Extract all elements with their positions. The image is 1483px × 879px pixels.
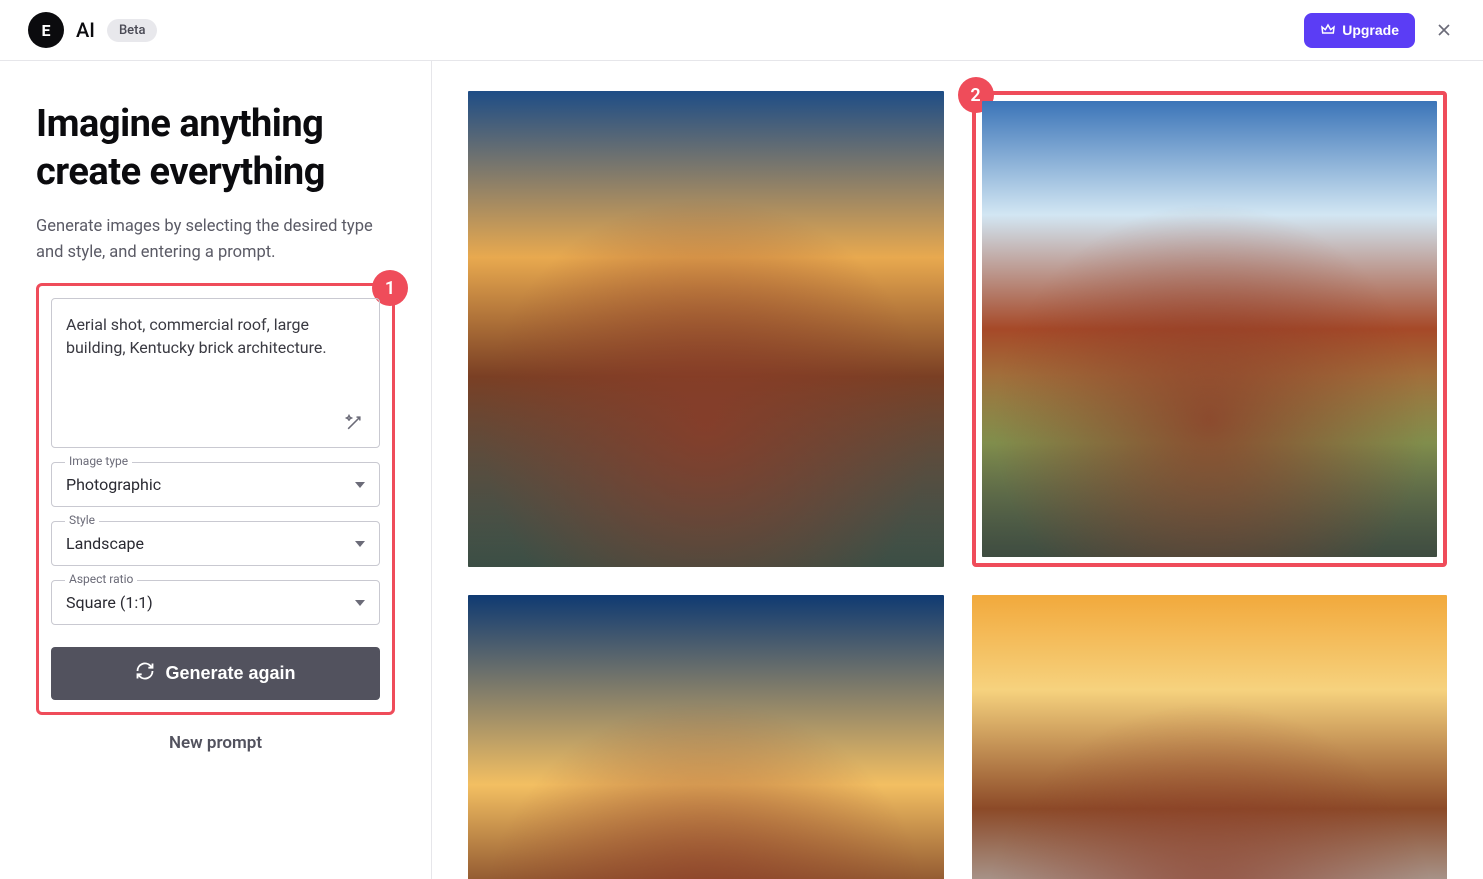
generated-image [468,595,944,879]
image-type-select[interactable]: Photographic [51,462,380,507]
main-area: Imagine anything create everything Gener… [0,61,1483,879]
generated-image [982,101,1438,557]
wand-icon [344,413,364,436]
results-gallery: 2 [432,61,1483,879]
generated-image [972,595,1448,879]
result-item-1[interactable] [468,91,944,567]
result-item-4[interactable] [972,595,1448,879]
style-label: Style [65,513,99,527]
image-type-label: Image type [65,454,132,468]
prompt-form-annotated: 1 Image type Photographic Style [36,283,395,715]
beta-badge: Beta [107,19,158,42]
results-grid: 2 [468,91,1447,879]
chevron-down-icon [355,541,365,547]
image-type-group: Image type Photographic [51,462,380,507]
enhance-prompt-button[interactable] [341,411,367,437]
generate-label: Generate again [165,663,295,684]
aspect-ratio-label: Aspect ratio [65,572,137,586]
style-value: Landscape [66,534,144,553]
new-prompt-button[interactable]: New prompt [36,733,395,753]
aspect-ratio-value: Square (1:1) [66,593,153,612]
generate-again-button[interactable]: Generate again [51,647,380,700]
header-right: Upgrade [1304,13,1455,48]
style-group: Style Landscape [51,521,380,566]
prompt-input[interactable] [66,313,365,403]
generated-image [468,91,944,567]
aspect-ratio-group: Aspect ratio Square (1:1) [51,580,380,625]
upgrade-label: Upgrade [1342,22,1399,38]
app-name: AI [76,18,95,42]
chevron-down-icon [355,600,365,606]
prompt-field[interactable] [51,298,380,448]
app-header: E AI Beta Upgrade [0,0,1483,61]
close-button[interactable] [1433,19,1455,41]
logo-text: E [42,21,51,40]
page-title: Imagine anything create everything [36,101,395,196]
crown-icon [1320,21,1336,40]
sidebar: Imagine anything create everything Gener… [0,61,432,879]
header-left: E AI Beta [28,12,157,48]
refresh-icon [135,661,155,686]
upgrade-button[interactable]: Upgrade [1304,13,1415,48]
result-item-3[interactable] [468,595,944,879]
aspect-ratio-select[interactable]: Square (1:1) [51,580,380,625]
result-item-2-selected[interactable]: 2 [972,91,1448,567]
app-logo: E [28,12,64,48]
image-type-value: Photographic [66,475,161,494]
chevron-down-icon [355,482,365,488]
style-select[interactable]: Landscape [51,521,380,566]
title-line-2: create everything [36,150,325,194]
title-line-1: Imagine anything [36,102,323,146]
page-subtitle: Generate images by selecting the desired… [36,214,395,265]
